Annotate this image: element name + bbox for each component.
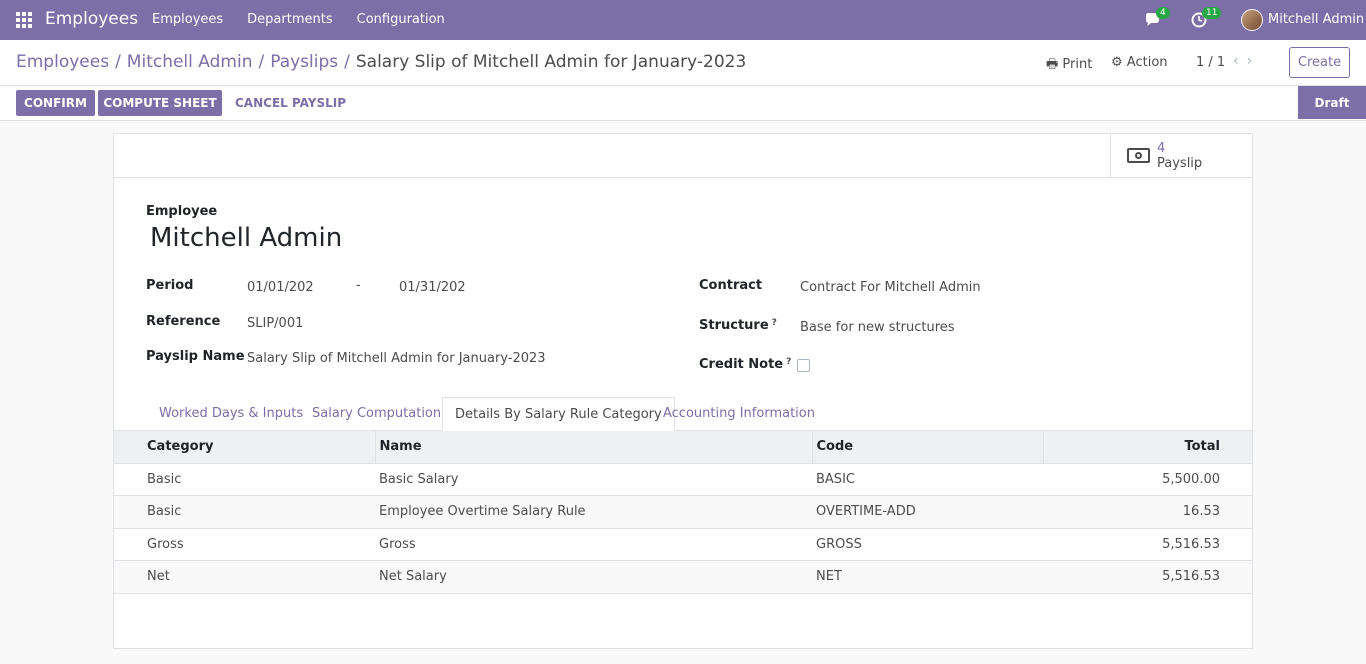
cell-total: 5,516.53 [1043, 560, 1252, 594]
payslip-name-label: Payslip Name [146, 349, 245, 364]
activities-badge: 11 [1202, 7, 1222, 19]
structure-field[interactable]: Base for new structures [800, 320, 955, 335]
col-category[interactable]: Category [114, 431, 376, 463]
printer-icon: 🖶 [1046, 57, 1059, 72]
breadcrumb-payslips[interactable]: Payslips [270, 52, 338, 72]
date-to-field[interactable]: 01/31/2023 [399, 280, 465, 295]
chevron-right-icon[interactable]: › [1247, 53, 1261, 69]
table-row[interactable]: Basic Basic Salary BASIC 5,500.00 [114, 462, 1252, 496]
user-menu[interactable]: Mitchell Admin [1268, 12, 1364, 27]
button-box: 4 Payslip [114, 134, 1252, 178]
tab-salary-computation[interactable]: Salary Computation [312, 406, 441, 421]
tab-accounting-information[interactable]: Accounting Information [663, 406, 815, 421]
help-icon[interactable]: ? [772, 318, 777, 328]
create-button[interactable]: Create [1289, 47, 1350, 78]
cell-code: NET [812, 560, 1043, 594]
cell-category: Basic [114, 495, 375, 528]
breadcrumb: Employees / Mitchell Admin / Payslips / Salary… [16, 52, 747, 72]
period-label: Period [146, 278, 194, 293]
cell-name: Net Salary [375, 560, 812, 594]
table-row[interactable]: Basic Employee Overtime Salary Rule OVER… [114, 495, 1252, 528]
app-name[interactable]: Employees [45, 9, 138, 29]
money-icon [1127, 148, 1150, 163]
reference-label: Reference [146, 314, 221, 329]
table-row[interactable]: Gross Gross GROSS 5,516.53 [114, 527, 1252, 561]
payslip-name-field[interactable]: Salary Slip of Mitchell Admin for Januar… [247, 351, 546, 366]
main-menu: Employees Departments Configuration [152, 12, 469, 27]
col-name[interactable]: Name [375, 431, 813, 463]
credit-note-checkbox[interactable] [797, 359, 810, 372]
cell-category: Net [114, 560, 375, 594]
control-panel: Employees / Mitchell Admin / Payslips / Salary… [0, 40, 1366, 86]
table-row[interactable]: Net Net Salary NET 5,516.53 [114, 560, 1252, 594]
credit-note-label: Credit Note? [699, 357, 792, 372]
tab-worked-days[interactable]: Worked Days & Inputs [159, 406, 303, 421]
payslip-count: 4 [1157, 141, 1166, 156]
status-draft[interactable]: Draft [1298, 86, 1366, 119]
print-button[interactable]: 🖶 Print [1046, 55, 1092, 77]
menu-departments[interactable]: Departments [247, 12, 332, 27]
table-header: Category Name Code Total [114, 431, 1252, 463]
contract-field[interactable]: Contract For Mitchell Admin [800, 280, 981, 295]
payslip-label: Payslip [1157, 156, 1203, 171]
employee-label: Employee [146, 204, 218, 219]
menu-employees[interactable]: Employees [152, 12, 223, 27]
help-icon[interactable]: ? [786, 357, 791, 367]
cell-code: GROSS [812, 527, 1043, 561]
cell-total: 5,516.53 [1043, 527, 1252, 561]
cell-name: Basic Salary [375, 462, 812, 496]
cell-name: Gross [375, 527, 812, 561]
action-button[interactable]: ⚙ Action [1111, 55, 1168, 70]
form-statusbar: Confirm Compute Sheet Cancel Payslip Dra… [0, 86, 1366, 121]
cell-code: OVERTIME-ADD [812, 495, 1043, 528]
gear-icon: ⚙ [1111, 55, 1123, 70]
cell-category: Gross [114, 527, 375, 561]
form-sheet: 4 Payslip Employee Mitchell Admin Period… [113, 133, 1253, 649]
col-total[interactable]: Total [1043, 431, 1252, 463]
date-separator: - [356, 278, 361, 293]
pager-arrows: ‹› [1233, 53, 1260, 69]
activity-clock-icon[interactable]: 11 [1190, 7, 1222, 29]
menu-configuration[interactable]: Configuration [357, 12, 445, 27]
breadcrumb-current: Salary Slip of Mitchell Admin for Januar… [355, 52, 747, 72]
user-avatar[interactable] [1241, 9, 1263, 31]
cell-total: 16.53 [1043, 495, 1252, 528]
tab-details-by-category[interactable]: Details By Salary Rule Category [442, 397, 675, 431]
chevron-left-icon[interactable]: ‹ [1233, 53, 1247, 69]
cancel-payslip-button[interactable]: Cancel Payslip [235, 96, 346, 110]
cell-name: Employee Overtime Salary Rule [375, 495, 812, 528]
compute-sheet-button[interactable]: Compute Sheet [98, 90, 222, 116]
confirm-button[interactable]: Confirm [16, 90, 95, 116]
messages-icon[interactable]: 4 [1144, 7, 1170, 29]
pager-value[interactable]: 1 / 1 [1196, 55, 1225, 70]
cell-category: Basic [114, 462, 375, 496]
top-navbar: Employees Employees Departments Configur… [0, 0, 1366, 40]
breadcrumb-employees[interactable]: Employees [16, 52, 109, 72]
date-from-field[interactable]: 01/01/2023 [247, 280, 313, 295]
messages-badge: 4 [1156, 7, 1170, 19]
structure-label: Structure? [699, 318, 777, 333]
payslip-smart-button[interactable]: 4 Payslip [1110, 134, 1252, 178]
breadcrumb-mitchell-admin[interactable]: Mitchell Admin [127, 52, 253, 72]
notebook-tabs: Worked Days & Inputs Salary Computation … [114, 397, 1252, 431]
cell-code: BASIC [812, 462, 1043, 496]
details-table: Category Name Code Total Basic Basic Sal… [114, 431, 1252, 594]
reference-field[interactable]: SLIP/001 [247, 316, 303, 331]
apps-menu-icon[interactable] [16, 12, 32, 28]
contract-label: Contract [699, 278, 763, 293]
employee-name[interactable]: Mitchell Admin [150, 223, 342, 253]
cell-total: 5,500.00 [1043, 462, 1252, 496]
col-code[interactable]: Code [812, 431, 1044, 463]
